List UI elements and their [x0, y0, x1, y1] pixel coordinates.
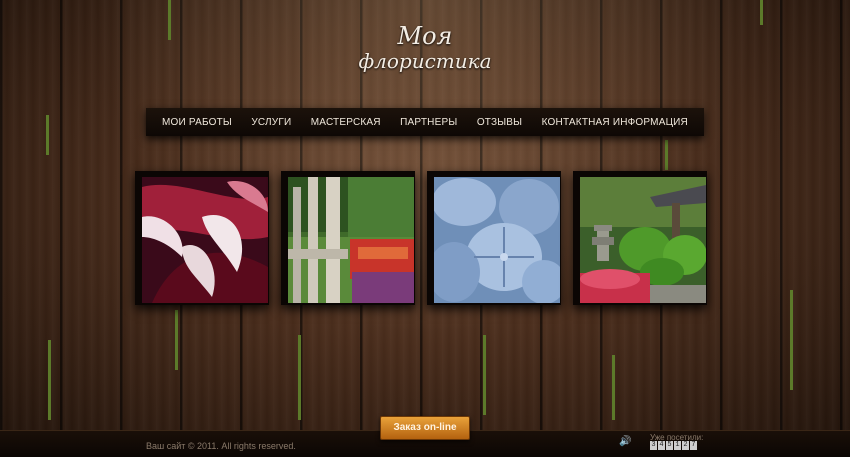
- bamboo-decoration: [298, 335, 301, 420]
- bamboo-decoration: [168, 0, 171, 40]
- counter-digit: 1: [674, 441, 681, 450]
- logo-line-1: Моя: [397, 22, 453, 50]
- bamboo-decoration: [790, 290, 793, 390]
- nav-item-workshop[interactable]: МАСТЕРСКАЯ: [311, 117, 381, 128]
- nav-item-services[interactable]: УСЛУГИ: [251, 117, 291, 128]
- visit-counter: 3 4 5 1 2 7: [650, 441, 698, 450]
- counter-digit: 7: [690, 441, 697, 450]
- bamboo-decoration: [483, 335, 486, 415]
- bamboo-decoration: [760, 0, 763, 25]
- site-logo[interactable]: Моя флористика: [355, 22, 495, 82]
- sound-icon[interactable]: 🔊: [619, 436, 633, 448]
- main-nav: МОИ РАБОТЫ УСЛУГИ МАСТЕРСКАЯ ПАРТНЕРЫ ОТ…: [146, 108, 704, 136]
- bamboo-decoration: [48, 340, 51, 420]
- gallery-photo-4[interactable]: [573, 171, 707, 305]
- counter-digit: 5: [666, 441, 673, 450]
- nav-item-reviews[interactable]: ОТЗЫВЫ: [477, 117, 522, 128]
- bamboo-decoration: [175, 310, 178, 370]
- gallery-photo-1[interactable]: [135, 171, 269, 305]
- gallery-photo-2[interactable]: [281, 171, 415, 305]
- counter-digit: 2: [682, 441, 689, 450]
- bamboo-decoration: [665, 140, 668, 170]
- nav-item-contacts[interactable]: КОНТАКТНАЯ ИНФОРМАЦИЯ: [542, 117, 688, 128]
- logo-line-2: флористика: [358, 49, 492, 73]
- counter-digit: 3: [650, 441, 657, 450]
- nav-item-my-works[interactable]: МОИ РАБОТЫ: [162, 117, 232, 128]
- nav-item-partners[interactable]: ПАРТНЕРЫ: [400, 117, 457, 128]
- bamboo-decoration: [612, 355, 615, 420]
- order-online-button[interactable]: Заказ on-line: [380, 416, 470, 440]
- hydrangea-photo: [434, 177, 560, 303]
- flower-petals-photo: [142, 177, 268, 303]
- bamboo-decoration: [46, 115, 49, 155]
- gallery-photo-3[interactable]: [427, 171, 561, 305]
- counter-digit: 4: [658, 441, 665, 450]
- japanese-garden-photo: [580, 177, 706, 303]
- garden-fence-photo: [288, 177, 414, 303]
- copyright-text: Ваш сайт © 2011. All rights reserved.: [146, 441, 296, 451]
